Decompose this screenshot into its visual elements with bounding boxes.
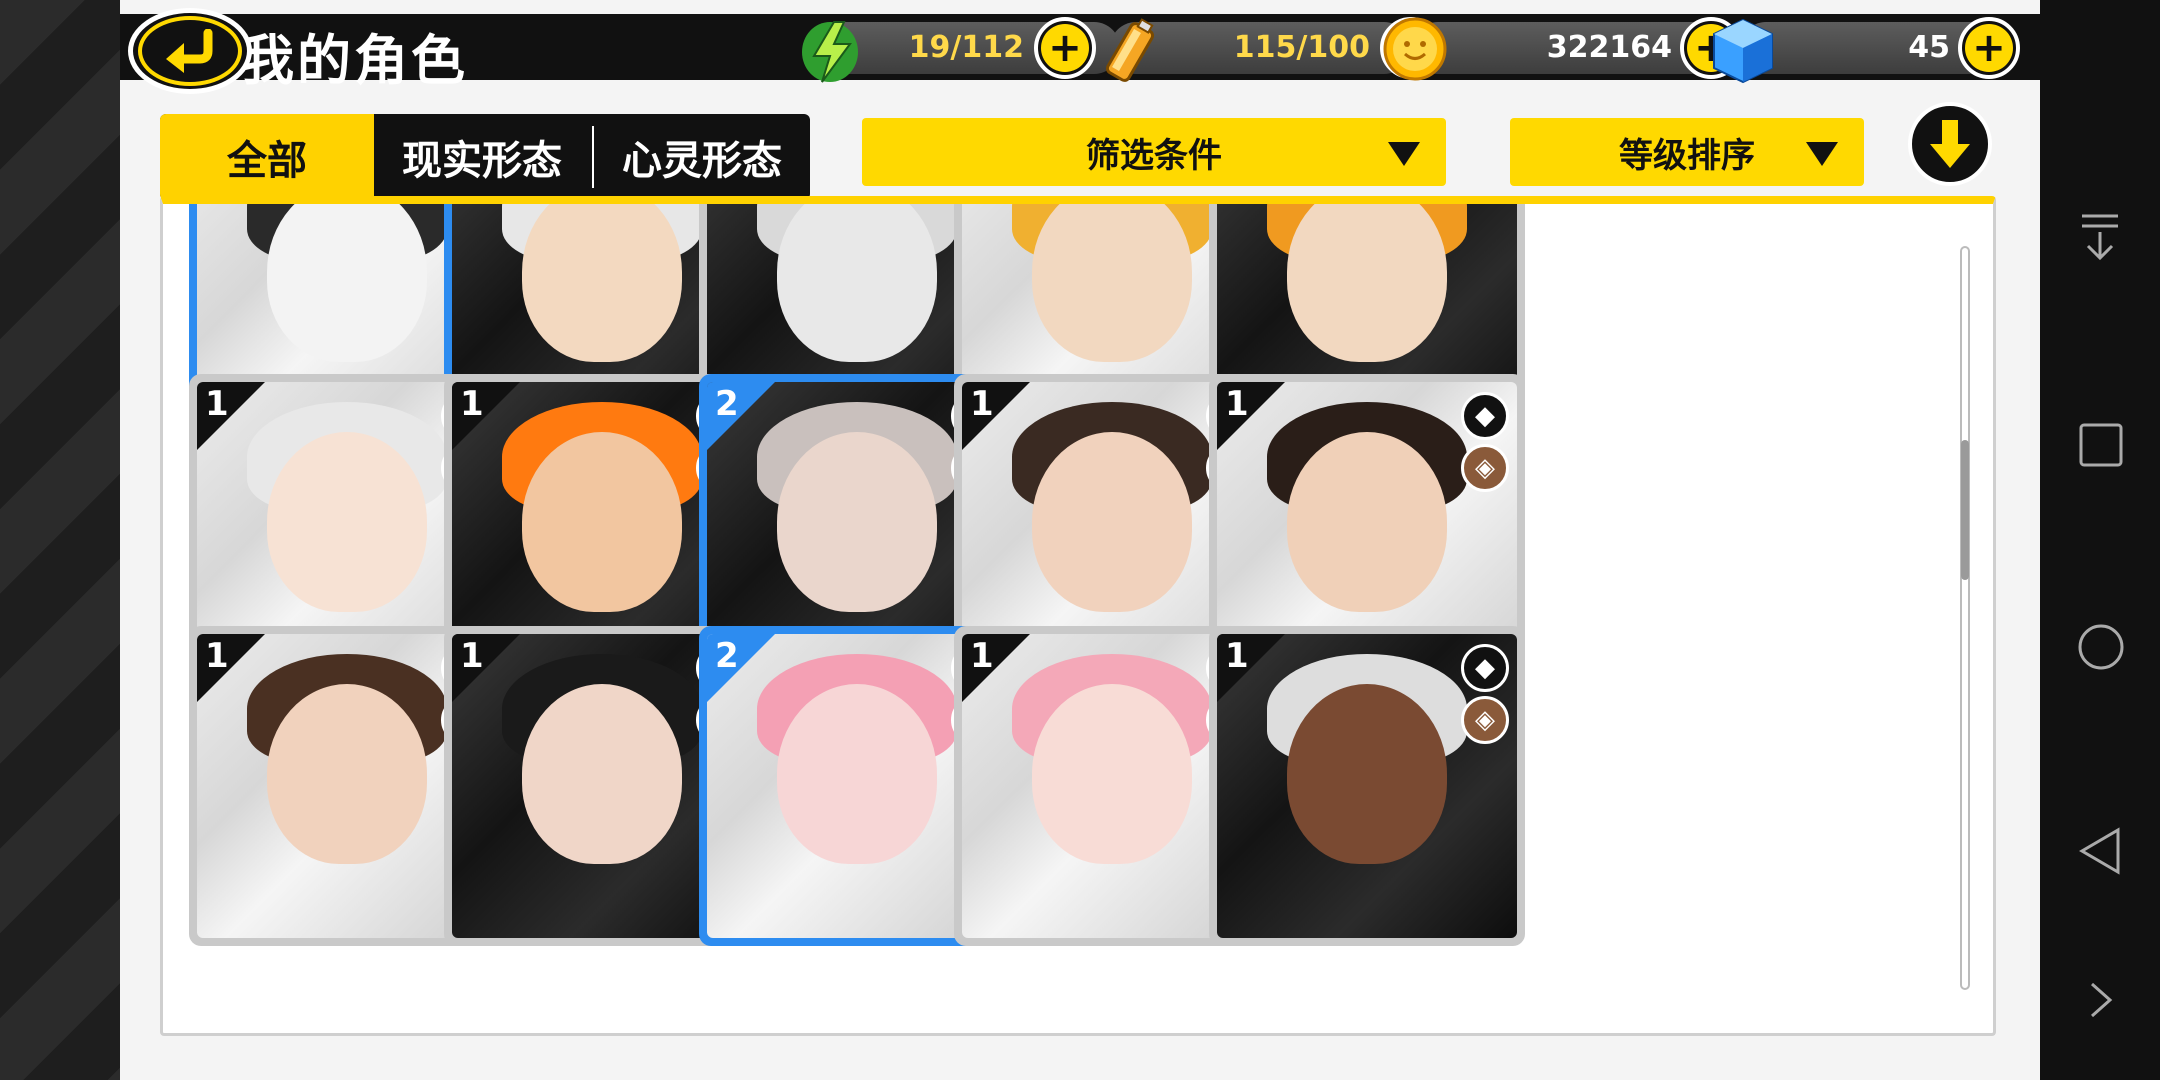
- character-face: [267, 684, 427, 864]
- character-face: [777, 684, 937, 864]
- back-button[interactable]: [128, 8, 252, 94]
- rank-number: 1: [1225, 636, 1249, 676]
- character-face: [1287, 204, 1447, 362]
- tab-mind-form[interactable]: 心灵形态: [594, 114, 810, 200]
- battery-value: 115/100: [1233, 30, 1370, 65]
- character-card[interactable]: 1 ◆ ◈: [1209, 626, 1525, 946]
- android-nav-bar: [2040, 0, 2160, 1080]
- tab-reality-form[interactable]: 现实形态: [374, 114, 590, 200]
- earth-icon: ◈: [1461, 444, 1509, 492]
- home-icon[interactable]: [2076, 622, 2126, 672]
- character-face: [1287, 432, 1447, 612]
- battery-resource: 115/100 +: [1090, 17, 1442, 82]
- character-face: [777, 432, 937, 612]
- filter-dropdown[interactable]: 筛选条件: [862, 118, 1446, 186]
- scrollbar-track[interactable]: [1960, 246, 1970, 990]
- filter-label: 筛选条件: [1086, 135, 1222, 176]
- character-grid: 等级 28等级 28等级 20等级 20等级 201▲❦等级 191◆♨等级 1…: [163, 204, 1963, 1033]
- left-border-pattern: [0, 0, 120, 1080]
- coin-icon: [1383, 17, 1447, 81]
- add-stamina-button[interactable]: +: [1034, 17, 1096, 79]
- plus-icon: +: [1965, 24, 2013, 72]
- character-face: [1287, 684, 1447, 864]
- game-screen: 我的角色 19/112 + 115/100 322164 + 45 + 全部 现…: [0, 0, 2160, 1080]
- down-arrow-icon: [1930, 120, 1970, 168]
- character-face: [777, 204, 937, 362]
- stamina-value: 19/112: [908, 30, 1024, 65]
- top-bar: 我的角色 19/112 + 115/100 322164 + 45 +: [120, 14, 2040, 92]
- character-face: [522, 204, 682, 362]
- gem-value: 45: [1908, 30, 1950, 65]
- stamina-resource: 19/112 +: [800, 17, 1140, 83]
- rank-number: 2: [715, 636, 739, 676]
- character-face: [1032, 432, 1192, 612]
- dropdown-arrow-icon: [1806, 142, 1838, 166]
- form-tabs: 全部 现实形态 心灵形态: [160, 114, 810, 200]
- character-portrait: 1 ◆ ◈: [1217, 634, 1517, 938]
- coin-value: 322164: [1546, 30, 1672, 65]
- tab-all[interactable]: 全部: [160, 114, 374, 200]
- chevron-right-icon[interactable]: [2088, 980, 2114, 1020]
- shield-icon: ◆: [1461, 392, 1509, 440]
- rank-number: 1: [205, 636, 229, 676]
- earth-icon: ◈: [1461, 696, 1509, 744]
- character-face: [267, 432, 427, 612]
- rank-number: 1: [460, 384, 484, 424]
- character-face: [267, 204, 427, 362]
- lightning-icon: [802, 21, 858, 83]
- back-arrow-icon: [166, 29, 213, 73]
- rank-number: 1: [460, 636, 484, 676]
- plus-icon: +: [1041, 24, 1089, 72]
- gem-resource: 45 +: [1710, 17, 2040, 84]
- sort-label: 等级排序: [1619, 135, 1755, 176]
- gem-cube-icon: [1713, 18, 1773, 84]
- recent-apps-icon[interactable]: [2078, 422, 2124, 468]
- back-nav-icon[interactable]: [2078, 826, 2124, 876]
- rank-number: 1: [1225, 384, 1249, 424]
- dropdown-arrow-icon: [1388, 142, 1420, 166]
- rank-number: 2: [715, 384, 739, 424]
- page-title: 我的角色: [240, 29, 468, 92]
- add-gems-button[interactable]: +: [1958, 17, 2020, 79]
- character-face: [522, 684, 682, 864]
- rank-number: 1: [205, 384, 229, 424]
- character-face: [1032, 684, 1192, 864]
- scrollbar-thumb[interactable]: [1961, 440, 1969, 580]
- download-tray-icon[interactable]: [2078, 212, 2122, 262]
- sort-order-button[interactable]: [1908, 102, 1992, 186]
- shield-icon: ◆: [1461, 644, 1509, 692]
- sort-dropdown[interactable]: 等级排序: [1510, 118, 1864, 186]
- character-list-panel: 等级 28等级 28等级 20等级 20等级 201▲❦等级 191◆♨等级 1…: [160, 196, 1996, 1036]
- rank-number: 1: [970, 384, 994, 424]
- main-panel: 我的角色 19/112 + 115/100 322164 + 45 + 全部 现…: [120, 0, 2040, 1080]
- character-face: [522, 432, 682, 612]
- character-face: [1032, 204, 1192, 362]
- rank-number: 1: [970, 636, 994, 676]
